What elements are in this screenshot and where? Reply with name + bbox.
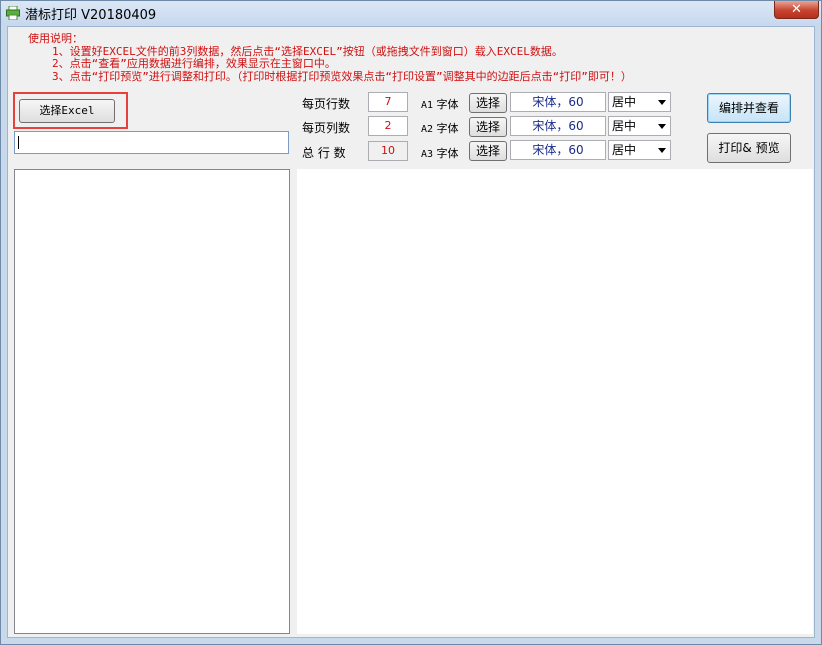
file-path-input[interactable] — [14, 131, 289, 154]
font-row-a2-key: A2 — [421, 124, 434, 135]
title-bar[interactable]: 潜标打印 V20180409 ✕ — [1, 1, 821, 25]
font-a1-select-button[interactable]: 选择 — [469, 93, 507, 113]
text-caret — [18, 136, 19, 149]
chevron-down-icon — [658, 100, 666, 105]
font-row-a3-text: 字体 — [436, 147, 459, 160]
window-title: 潜标打印 V20180409 — [25, 8, 157, 23]
close-icon: ✕ — [791, 2, 802, 17]
rows-per-page-field[interactable]: 7 — [368, 92, 408, 112]
font-a2-align-value: 居中 — [612, 119, 637, 133]
total-rows-field: 10 — [368, 141, 408, 161]
font-row-a2-text: 字体 — [436, 122, 459, 135]
instructions: 使用说明： 1、设置好EXCEL文件的前3列数据，然后点击“选择EXCEL”按钮（… — [28, 32, 632, 83]
print-preview-button[interactable]: 打印& 预览 — [707, 133, 791, 163]
font-row-a3-key: A3 — [421, 149, 434, 160]
font-row-a1-text: 字体 — [436, 98, 459, 111]
font-row-a3-label: A3 字体 — [421, 145, 459, 161]
rows-per-page-label: 每页行数 — [302, 97, 351, 111]
font-a1-align-select[interactable]: 居中 — [608, 92, 671, 112]
select-excel-button[interactable]: 选择Excel — [19, 99, 115, 123]
chevron-down-icon — [658, 148, 666, 153]
cols-per-page-label: 每页列数 — [302, 121, 351, 135]
data-list-panel[interactable] — [14, 169, 290, 634]
main-client-area: 使用说明： 1、设置好EXCEL文件的前3列数据，然后点击“选择EXCEL”按钮（… — [7, 26, 815, 638]
chevron-down-icon — [658, 124, 666, 129]
instruction-step-3: 3、点击“打印预览”进行调整和打印。（打印时根据打印预览效果点击“打印设置”调整… — [52, 69, 632, 83]
font-row-a1-label: A1 字体 — [421, 96, 459, 112]
font-a3-value: 宋体，60 — [510, 140, 606, 160]
font-a3-align-value: 居中 — [612, 143, 637, 157]
app-window: 潜标打印 V20180409 ✕ 使用说明： 1、设置好EXCEL文件的前3列数据… — [0, 0, 822, 645]
font-a3-align-select[interactable]: 居中 — [608, 140, 671, 160]
close-button[interactable]: ✕ — [774, 1, 819, 19]
instructions-heading: 使用说明： — [28, 32, 83, 45]
instruction-step-2: 2、点击“查看”应用数据进行编排，效果显示在主窗口中。 — [52, 57, 336, 70]
font-a2-select-button[interactable]: 选择 — [469, 117, 507, 137]
font-a2-value: 宋体，60 — [510, 116, 606, 136]
font-a2-align-select[interactable]: 居中 — [608, 116, 671, 136]
preview-panel[interactable] — [297, 169, 813, 634]
font-a1-value: 宋体，60 — [510, 92, 606, 112]
font-row-a2-label: A2 字体 — [421, 120, 459, 136]
arrange-and-view-button[interactable]: 编排并查看 — [707, 93, 791, 123]
cols-per-page-field[interactable]: 2 — [368, 116, 408, 136]
printer-icon — [6, 6, 20, 20]
font-a1-align-value: 居中 — [612, 95, 637, 109]
font-a3-select-button[interactable]: 选择 — [469, 141, 507, 161]
font-row-a1-key: A1 — [421, 100, 434, 111]
total-rows-label: 总 行 数 — [302, 146, 346, 160]
